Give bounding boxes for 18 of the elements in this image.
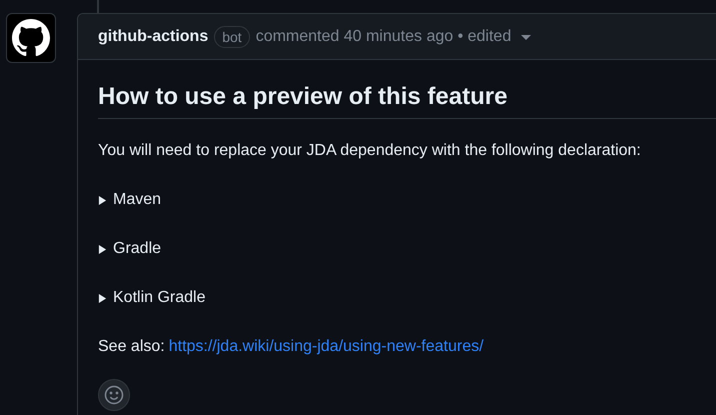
details-toggle[interactable]: Gradle	[98, 237, 162, 261]
smiley-icon	[104, 385, 124, 405]
caret-icon[interactable]	[521, 35, 532, 41]
details-toggle[interactable]: Maven	[98, 188, 162, 212]
author-name[interactable]: github-actions	[98, 24, 208, 48]
see-also-label: See also:	[98, 337, 165, 357]
octocat-logo-icon	[12, 19, 50, 57]
comment-meta: commented 40 minutes ago • edited	[256, 26, 512, 46]
avatar[interactable]	[6, 13, 56, 63]
triangle-right-icon	[98, 196, 107, 204]
bot-label: bot	[214, 26, 250, 48]
triangle-right-icon	[98, 244, 107, 254]
add-reaction-button[interactable]	[98, 379, 130, 411]
feature-link[interactable]: https://jda.wiki/using-jda/using-new-features/	[168, 335, 484, 359]
details-toggle[interactable]: Kotlin Gradle	[98, 286, 206, 310]
intro-text: You will need to replace your JDA dependency with the following declaration:	[98, 141, 642, 161]
comment-heading: How to use a preview of this feature	[98, 60, 716, 119]
triangle-right-icon	[98, 294, 107, 302]
